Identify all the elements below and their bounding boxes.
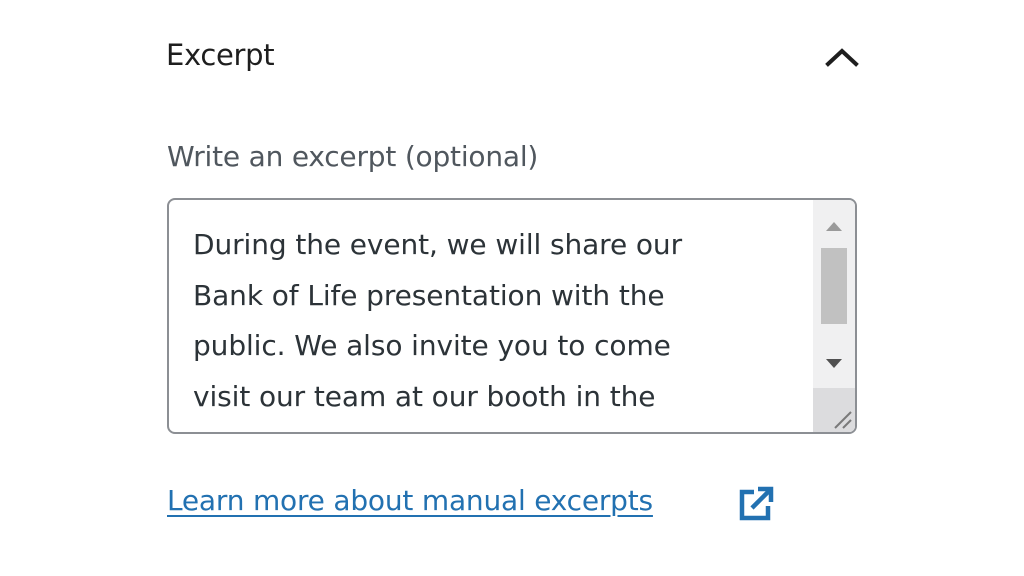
excerpt-line: During the event, we will share our bbox=[193, 228, 682, 261]
excerpt-textarea[interactable]: During the event, we will share our Bank… bbox=[167, 198, 857, 434]
excerpt-line: public. We also invite you to come bbox=[193, 329, 671, 362]
scroll-up-arrow-icon[interactable] bbox=[813, 208, 855, 244]
excerpt-textarea-value[interactable]: During the event, we will share our Bank… bbox=[193, 220, 803, 422]
scroll-down-arrow-icon[interactable] bbox=[813, 346, 855, 382]
scrollbar-thumb[interactable] bbox=[821, 248, 847, 324]
excerpt-panel: Excerpt Write an excerpt (optional) Duri… bbox=[0, 0, 1024, 576]
resize-handle[interactable] bbox=[813, 388, 855, 432]
excerpt-field-label: Write an excerpt (optional) bbox=[167, 140, 539, 173]
excerpt-panel-toggle[interactable]: Excerpt bbox=[166, 32, 862, 86]
excerpt-line: Bank of Life presentation with the bbox=[193, 278, 665, 312]
chevron-up-icon[interactable] bbox=[824, 42, 860, 72]
learn-more-link[interactable]: Learn more about manual excerpts bbox=[167, 484, 653, 517]
external-link-icon[interactable] bbox=[736, 484, 776, 524]
panel-title: Excerpt bbox=[166, 38, 275, 72]
resize-grip-icon bbox=[834, 411, 852, 429]
excerpt-line: visit our team at our booth in the bbox=[193, 379, 656, 413]
